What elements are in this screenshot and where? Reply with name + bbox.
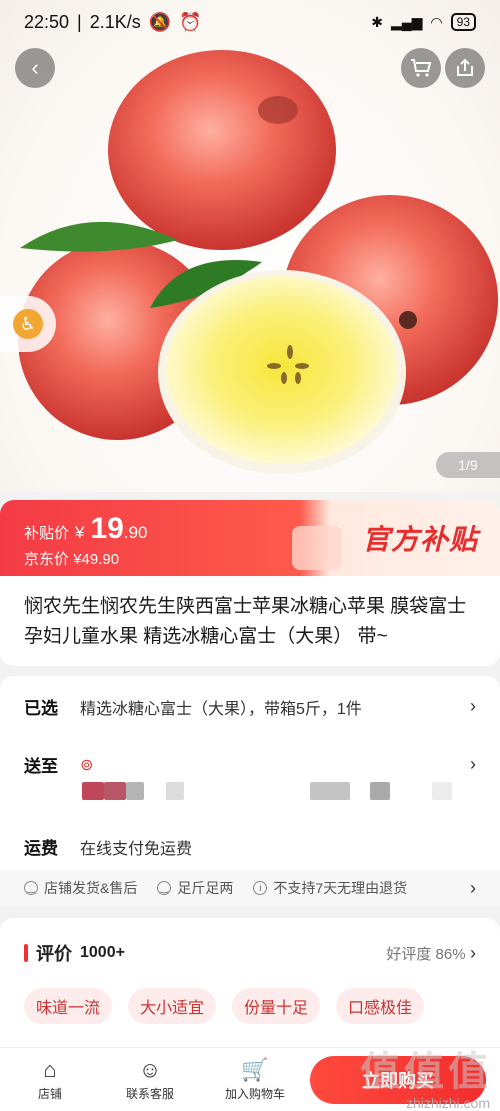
back-button[interactable]: ‹ (15, 48, 55, 88)
customer-service-button[interactable]: ☺ 联系客服 (100, 1056, 200, 1102)
selected-spec-row[interactable]: 已选 精选冰糖心富士（大果），带箱5斤，1件 › (24, 694, 476, 719)
person-icon: ♿ (13, 309, 43, 339)
jd-price-label: 京东价 (24, 551, 70, 568)
selected-value: 精选冰糖心富士（大果），带箱5斤，1件 (80, 700, 362, 718)
product-image-gallery[interactable]: ‹ ♿ 1/9 (0, 0, 500, 492)
signal-icon: ▂▄▆ (390, 13, 423, 30)
selected-label: 已选 (24, 699, 58, 718)
official-subsidy-badge: 官方补贴 (361, 524, 478, 555)
chat-icon: ☺ (138, 1056, 162, 1082)
service-item: ‿ 店铺发货&售后 (24, 878, 137, 898)
price-banner: 补贴价 ¥ 19 .90 京东价 ¥49.90 官方补贴 (0, 500, 500, 576)
smile-icon: ‿ (24, 881, 38, 895)
share-button[interactable] (445, 48, 485, 88)
alarm-icon: ⏰ (179, 11, 202, 32)
currency-symbol: ¥ (75, 523, 85, 542)
location-icon: ⊚ (80, 756, 94, 774)
watermark-url: zhizhizhi.com (405, 1095, 490, 1111)
clock: 22:50 (24, 11, 70, 32)
battery-indicator: 93 (450, 13, 476, 31)
wifi-icon: ◠ (430, 13, 443, 30)
shipping-fee-row: 运费 在线支付免运费 (24, 834, 476, 859)
redacted-address (126, 782, 144, 800)
shipping-value: 在线支付免运费 (80, 840, 193, 858)
redacted-address (370, 782, 390, 800)
cart-icon: 🛒 (241, 1056, 269, 1082)
chevron-right-icon: › (470, 754, 476, 774)
service-guarantee-bar[interactable]: ‿ 店铺发货&售后 ‿ 足斤足两 i 不支持7天无理由退货 › (0, 870, 500, 906)
service-item: i 不支持7天无理由退货 (253, 878, 407, 898)
info-icon: i (253, 881, 268, 895)
accessibility-float-button[interactable]: ♿ (0, 296, 56, 352)
shop-button[interactable]: ⌂ 店铺 (0, 1056, 100, 1102)
redacted-address (310, 782, 350, 800)
add-to-cart-button[interactable]: 🛒 加入购物车 (200, 1056, 310, 1102)
subsidy-price-decimal: .90 (123, 523, 148, 542)
shop-icon: ⌂ (43, 1056, 57, 1082)
subsidy-price-integer: 19 (90, 512, 124, 545)
accent-bar (24, 944, 28, 962)
shipping-label: 运费 (24, 839, 58, 858)
product-title: 悯农先生悯农先生陕西富士苹果冰糖心苹果 膜袋富士 孕妇儿童水果 精选冰糖心富士（… (24, 596, 467, 647)
review-tag[interactable]: 口感极佳 (336, 988, 425, 1024)
red-envelope-icon (292, 526, 342, 570)
redacted-address (432, 782, 452, 800)
service-item: ‿ 足斤足两 (157, 878, 233, 898)
reviews-count: 1000+ (80, 944, 125, 961)
review-tag[interactable]: 大小适宜 (128, 988, 217, 1024)
redacted-address (104, 782, 126, 800)
network-speed: 2.1K/s (89, 11, 141, 32)
reviews-card: 评价 1000+ 好评度 86% › 味道一流 大小适宜 份量十足 口感极佳 (0, 918, 500, 1048)
redacted-address (82, 782, 104, 800)
chevron-left-icon: ‹ (31, 55, 39, 80)
reviews-header[interactable]: 评价 1000+ 好评度 86% › (24, 940, 476, 966)
status-bar: 22:50 | 2.1K/s 🔕 ⏰ ✱ ▂▄▆ ◠ 93 (0, 0, 500, 44)
image-page-indicator: 1/9 (436, 452, 500, 478)
review-tag[interactable]: 份量十足 (232, 988, 321, 1024)
review-tag[interactable]: 味道一流 (24, 988, 113, 1024)
share-icon (457, 58, 473, 76)
positive-rating: 好评度 86% (386, 945, 466, 963)
watermark-logo: 值值值 (360, 1050, 492, 1094)
bluetooth-icon: ✱ (371, 13, 383, 30)
cart-button[interactable] (401, 48, 441, 88)
cart-icon (411, 59, 432, 77)
bottom-action-bar: ⌂ 店铺 ☺ 联系客服 🛒 加入购物车 立即购买 值值值 zhizhizhi.c… (0, 1047, 500, 1111)
delivery-row[interactable]: 送至 ⊚ › (24, 752, 476, 777)
smile-icon: ‿ (157, 881, 172, 895)
review-tags: 味道一流 大小适宜 份量十足 口感极佳 (24, 988, 425, 1024)
mute-bell-icon: 🔕 (148, 11, 172, 32)
jd-price: ¥49.90 (73, 551, 120, 568)
product-title-card: 悯农先生悯农先生陕西富士苹果冰糖心苹果 膜袋富士 孕妇儿童水果 精选冰糖心富士（… (0, 576, 500, 666)
chevron-right-icon: › (470, 877, 476, 898)
subsidy-label: 补贴价 (24, 525, 70, 542)
chevron-right-icon: › (470, 696, 476, 716)
ship-to-label: 送至 (24, 757, 58, 776)
reviews-title: 评价 (36, 944, 72, 964)
chevron-right-icon: › (470, 942, 476, 963)
redacted-address (166, 782, 184, 800)
